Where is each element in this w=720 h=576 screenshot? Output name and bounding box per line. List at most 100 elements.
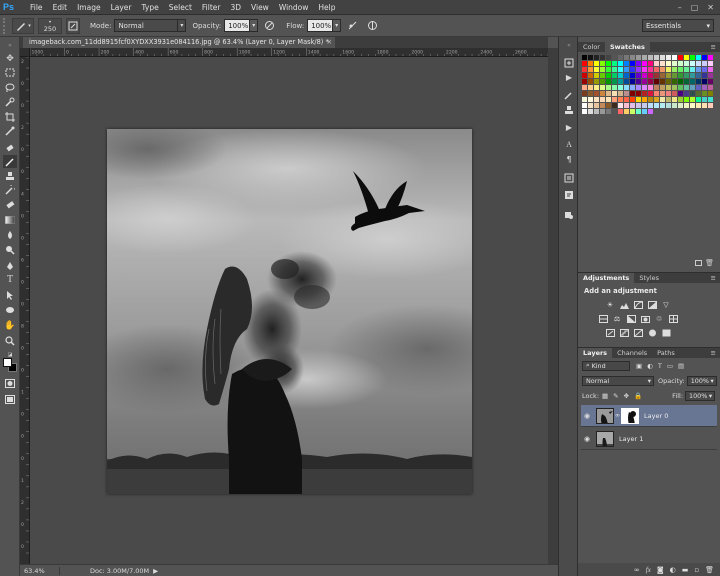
color-swatch[interactable] <box>708 91 713 96</box>
color-swatch[interactable] <box>624 109 629 114</box>
brush-tool-icon[interactable] <box>3 155 17 168</box>
color-swatch[interactable] <box>666 97 671 102</box>
opacity-input[interactable]: 100% <box>224 19 251 32</box>
color-swatch[interactable] <box>582 55 587 60</box>
color-swatch[interactable] <box>612 85 617 90</box>
color-swatch[interactable] <box>702 55 707 60</box>
marquee-tool-icon[interactable] <box>3 66 17 79</box>
color-swatch[interactable] <box>678 67 683 72</box>
color-swatch[interactable] <box>678 55 683 60</box>
color-swatch[interactable] <box>612 103 617 108</box>
color-swatch[interactable] <box>702 91 707 96</box>
color-swatch[interactable] <box>582 67 587 72</box>
selective-color-icon[interactable] <box>647 328 657 337</box>
color-swatch[interactable] <box>660 97 665 102</box>
brush-panel-toggle[interactable] <box>66 17 80 34</box>
menu-image[interactable]: Image <box>72 3 106 12</box>
color-swatch[interactable] <box>684 97 689 102</box>
blend-mode-select[interactable]: Normal ▾ <box>582 375 654 386</box>
quick-mask-icon[interactable] <box>3 377 17 390</box>
brightness-contrast-icon[interactable]: ☀ <box>605 300 615 309</box>
color-swatch[interactable] <box>636 109 641 114</box>
color-swatch[interactable] <box>594 67 599 72</box>
color-swatch[interactable] <box>672 67 677 72</box>
color-swatch[interactable] <box>612 109 617 114</box>
color-swatch[interactable] <box>642 73 647 78</box>
brush-presets-icon[interactable] <box>563 89 575 100</box>
color-swatch[interactable] <box>684 79 689 84</box>
flow-dropdown-icon[interactable]: ▾ <box>333 19 342 32</box>
ruler-origin[interactable] <box>20 48 30 57</box>
zoom-tool-icon[interactable] <box>3 334 17 347</box>
color-swatch[interactable] <box>630 85 635 90</box>
color-swatch[interactable] <box>606 85 611 90</box>
crop-tool-icon[interactable] <box>3 110 17 123</box>
color-balance-icon[interactable]: ⚖ <box>612 314 622 323</box>
fill-input[interactable]: 100% ▾ <box>685 390 716 401</box>
color-swatch[interactable] <box>618 55 623 60</box>
color-swatch[interactable] <box>654 61 659 66</box>
color-swatch[interactable] <box>582 85 587 90</box>
gradient-map-icon[interactable] <box>661 328 671 337</box>
color-swatch[interactable] <box>690 103 695 108</box>
vertical-scrollbar[interactable] <box>548 48 558 564</box>
color-swatch[interactable] <box>648 67 653 72</box>
menu-type[interactable]: Type <box>137 3 164 12</box>
exposure-icon[interactable] <box>647 300 657 309</box>
menu-edit[interactable]: Edit <box>48 3 73 12</box>
color-swatch[interactable] <box>582 103 587 108</box>
color-swatch[interactable] <box>654 85 659 90</box>
color-swatch[interactable] <box>594 55 599 60</box>
color-swatch[interactable] <box>594 79 599 84</box>
filter-type-icon[interactable]: T <box>658 362 662 370</box>
color-swatch[interactable] <box>648 73 653 78</box>
vibrance-icon[interactable]: ▽ <box>661 300 671 309</box>
color-swatch[interactable] <box>678 97 683 102</box>
timeline-icon[interactable]: ▶ <box>563 122 575 133</box>
layer-filter-kind[interactable]: ⌕ Kind <box>582 360 630 371</box>
threshold-icon[interactable] <box>633 328 643 337</box>
pressure-size-toggle[interactable] <box>365 18 379 34</box>
color-swatch[interactable] <box>660 55 665 60</box>
notes-panel-icon[interactable] <box>563 189 575 200</box>
color-swatch[interactable] <box>678 85 683 90</box>
pressure-opacity-toggle[interactable] <box>262 18 276 34</box>
lock-transparent-icon[interactable]: ▦ <box>602 392 608 400</box>
eraser-tool-icon[interactable] <box>3 198 17 211</box>
color-swatch[interactable] <box>606 79 611 84</box>
color-swatch[interactable] <box>642 91 647 96</box>
lock-all-icon[interactable]: 🔒 <box>634 392 642 400</box>
path-selection-tool-icon[interactable] <box>3 288 17 301</box>
paragraph-panel-icon[interactable]: ¶ <box>563 154 575 165</box>
color-swatch[interactable] <box>642 79 647 84</box>
color-swatch[interactable] <box>666 85 671 90</box>
color-swatch[interactable] <box>630 73 635 78</box>
color-swatch[interactable] <box>696 91 701 96</box>
color-swatch[interactable] <box>648 55 653 60</box>
color-swatch[interactable] <box>606 55 611 60</box>
mode-dropdown-icon[interactable]: ▾ <box>178 19 187 32</box>
photo-filter-icon[interactable] <box>640 314 650 323</box>
color-swatch[interactable] <box>588 73 593 78</box>
color-swatch[interactable] <box>672 91 677 96</box>
color-swatch[interactable] <box>618 67 623 72</box>
color-swatch[interactable] <box>666 103 671 108</box>
color-swatch[interactable] <box>600 103 605 108</box>
color-swatch[interactable] <box>588 91 593 96</box>
tool-preset-picker[interactable]: ▾ <box>12 17 34 34</box>
filter-smart-object-icon[interactable]: ▤ <box>678 362 684 370</box>
lock-image-icon[interactable]: ✎ <box>613 392 618 400</box>
color-swatch[interactable] <box>636 55 641 60</box>
color-swatch[interactable] <box>642 55 647 60</box>
color-swatch[interactable] <box>672 73 677 78</box>
color-swatch[interactable] <box>672 79 677 84</box>
color-swatch[interactable] <box>666 55 671 60</box>
color-swatch[interactable] <box>624 91 629 96</box>
status-menu-arrow-icon[interactable]: ▶ <box>153 567 158 575</box>
color-swatch[interactable] <box>666 73 671 78</box>
color-swatch[interactable] <box>618 97 623 102</box>
color-swatch[interactable] <box>648 85 653 90</box>
filter-pixel-icon[interactable]: ▣ <box>636 362 642 370</box>
color-swatch[interactable] <box>690 61 695 66</box>
layer-name[interactable]: Layer 0 <box>644 412 668 420</box>
